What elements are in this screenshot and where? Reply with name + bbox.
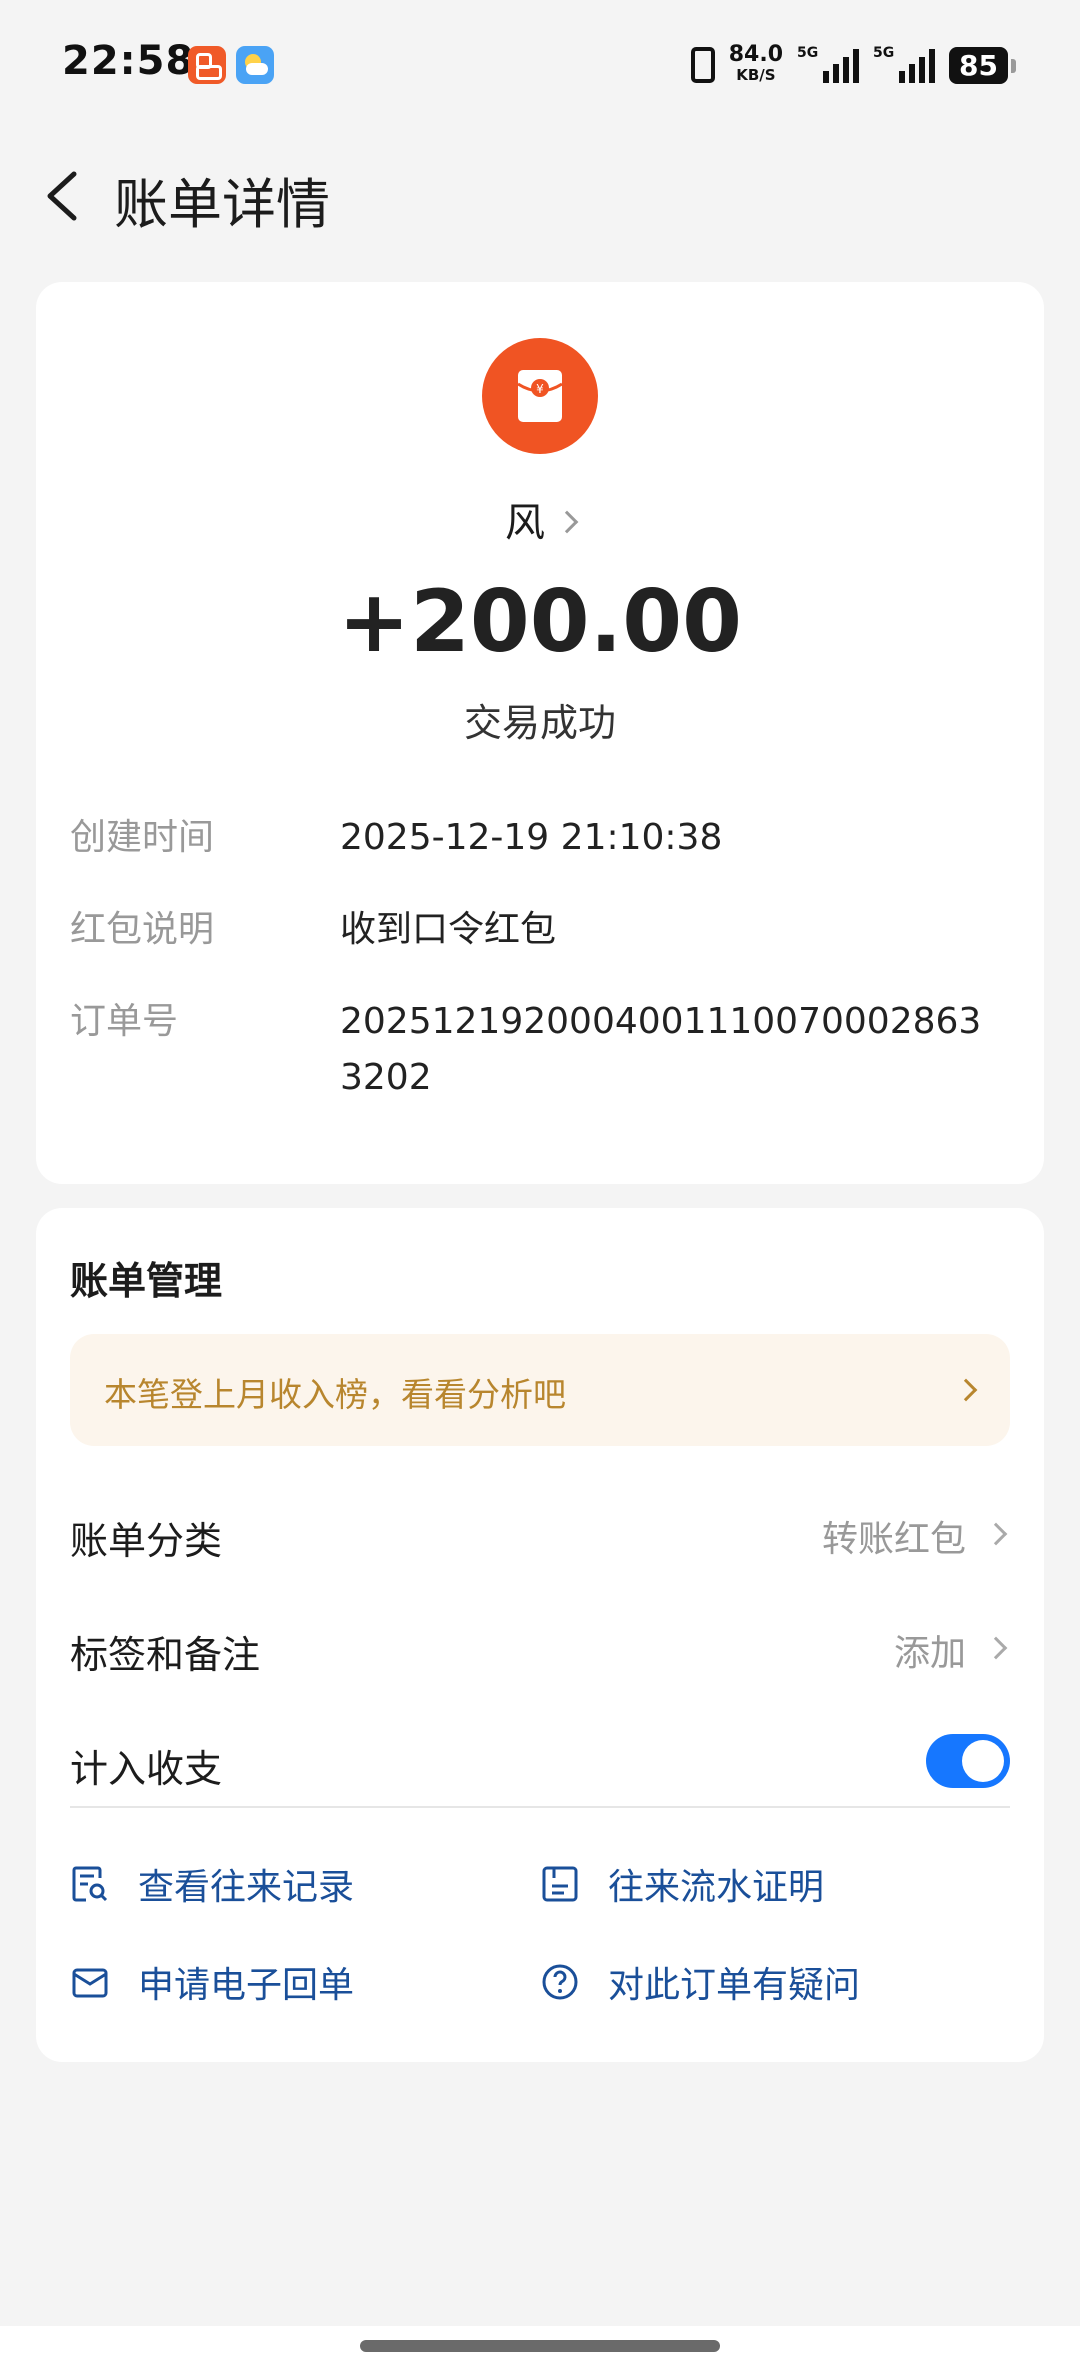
- view-records-link[interactable]: 查看往来记录: [70, 1854, 354, 1914]
- sim1-network-tag: 5G: [797, 45, 819, 61]
- order-question-label: 对此订单有疑问: [608, 1965, 861, 2006]
- detail-value[interactable]: 20251219200040011100700028633202: [340, 994, 1000, 1106]
- signal-icon-2: 5G: [873, 45, 936, 83]
- record-search-icon: [72, 1866, 108, 1902]
- question-icon: [542, 1964, 578, 2000]
- nav-header: 账单详情: [0, 140, 1080, 250]
- counterparty-name: 风: [505, 500, 545, 546]
- counterparty-link[interactable]: 风: [36, 490, 1044, 548]
- tags-notes-label: 标签和备注: [70, 1633, 261, 1677]
- statement-icon: [542, 1866, 578, 1902]
- chevron-right-icon: [984, 1636, 1008, 1660]
- sim2-network-tag: 5G: [873, 45, 895, 61]
- network-speed: 84.0 KB/S: [728, 42, 784, 85]
- chevron-right-icon: [555, 510, 579, 534]
- banner-text: 本笔登上月收入榜，看看分析吧: [104, 1375, 566, 1414]
- svg-text:¥: ¥: [536, 382, 544, 396]
- transaction-card: ¥ 风 +200.00 交易成功 创建时间 2025-12-19 21:10:3…: [36, 282, 1044, 1184]
- detail-value: 收到口令红包: [340, 909, 557, 950]
- statement-proof-label: 往来流水证明: [608, 1867, 825, 1908]
- income-rank-banner[interactable]: 本笔登上月收入榜，看看分析吧: [70, 1334, 1010, 1446]
- notification-app-icon: [188, 46, 226, 84]
- detail-value: 2025-12-19 21:10:38: [340, 817, 723, 858]
- detail-row-description: 红包说明 收到口令红包: [70, 902, 1010, 958]
- battery-icon: 85: [949, 46, 1016, 84]
- chevron-right-icon: [954, 1378, 978, 1402]
- statement-proof-link[interactable]: 往来流水证明: [540, 1854, 824, 1914]
- chevron-right-icon: [984, 1522, 1008, 1546]
- home-indicator[interactable]: [360, 2340, 720, 2352]
- include-in-balance-toggle[interactable]: [926, 1734, 1010, 1788]
- order-question-link[interactable]: 对此订单有疑问: [540, 1952, 860, 2012]
- bill-category-label: 账单分类: [70, 1519, 223, 1563]
- status-time: 22:58: [62, 38, 195, 84]
- back-arrow-icon[interactable]: [40, 168, 90, 224]
- detail-label: 红包说明: [70, 909, 215, 950]
- bill-management-card: 账单管理 本笔登上月收入榜，看看分析吧 账单分类 转账红包 标签和备注 添加 计…: [36, 1208, 1044, 2062]
- bill-category-row[interactable]: 账单分类 转账红包: [70, 1494, 1010, 1574]
- vibrate-icon: [690, 47, 715, 83]
- status-bar: 22:58 84.0 KB/S 5G 5G 85: [0, 0, 1080, 130]
- signal-icon: 5G: [797, 45, 860, 83]
- network-speed-value: 84.0: [728, 42, 784, 67]
- e-receipt-label: 申请电子回单: [138, 1965, 355, 2006]
- detail-label: 订单号: [70, 1001, 179, 1042]
- red-packet-icon: ¥: [482, 338, 598, 454]
- include-in-balance-label: 计入收支: [70, 1747, 223, 1791]
- tags-notes-value: 添加: [893, 1633, 966, 1674]
- section-title: 账单管理: [70, 1259, 223, 1303]
- mail-icon: [72, 1968, 108, 1998]
- include-in-balance-row: 计入收支: [70, 1722, 1010, 1802]
- view-records-label: 查看往来记录: [138, 1867, 355, 1908]
- status-indicators: 84.0 KB/S 5G 5G 85: [690, 40, 1016, 90]
- transaction-amount: +200.00: [338, 572, 742, 672]
- e-receipt-link[interactable]: 申请电子回单: [70, 1952, 354, 2012]
- page-title: 账单详情: [114, 173, 330, 236]
- network-speed-unit: KB/S: [736, 66, 776, 84]
- detail-row-order-number: 订单号 20251219200040011100700028633202: [70, 994, 1010, 1106]
- bill-detail-page: 22:58 84.0 KB/S 5G 5G 85 账单详情 ¥ 风 +200.0…: [0, 0, 1080, 2376]
- tags-notes-row[interactable]: 标签和备注 添加: [70, 1608, 1010, 1688]
- divider: [70, 1806, 1010, 1808]
- bill-category-value: 转账红包: [821, 1519, 966, 1560]
- detail-row-created-time: 创建时间 2025-12-19 21:10:38: [70, 810, 1010, 866]
- detail-label: 创建时间: [70, 817, 215, 858]
- weather-icon: [236, 46, 274, 84]
- transaction-status: 交易成功: [463, 701, 616, 745]
